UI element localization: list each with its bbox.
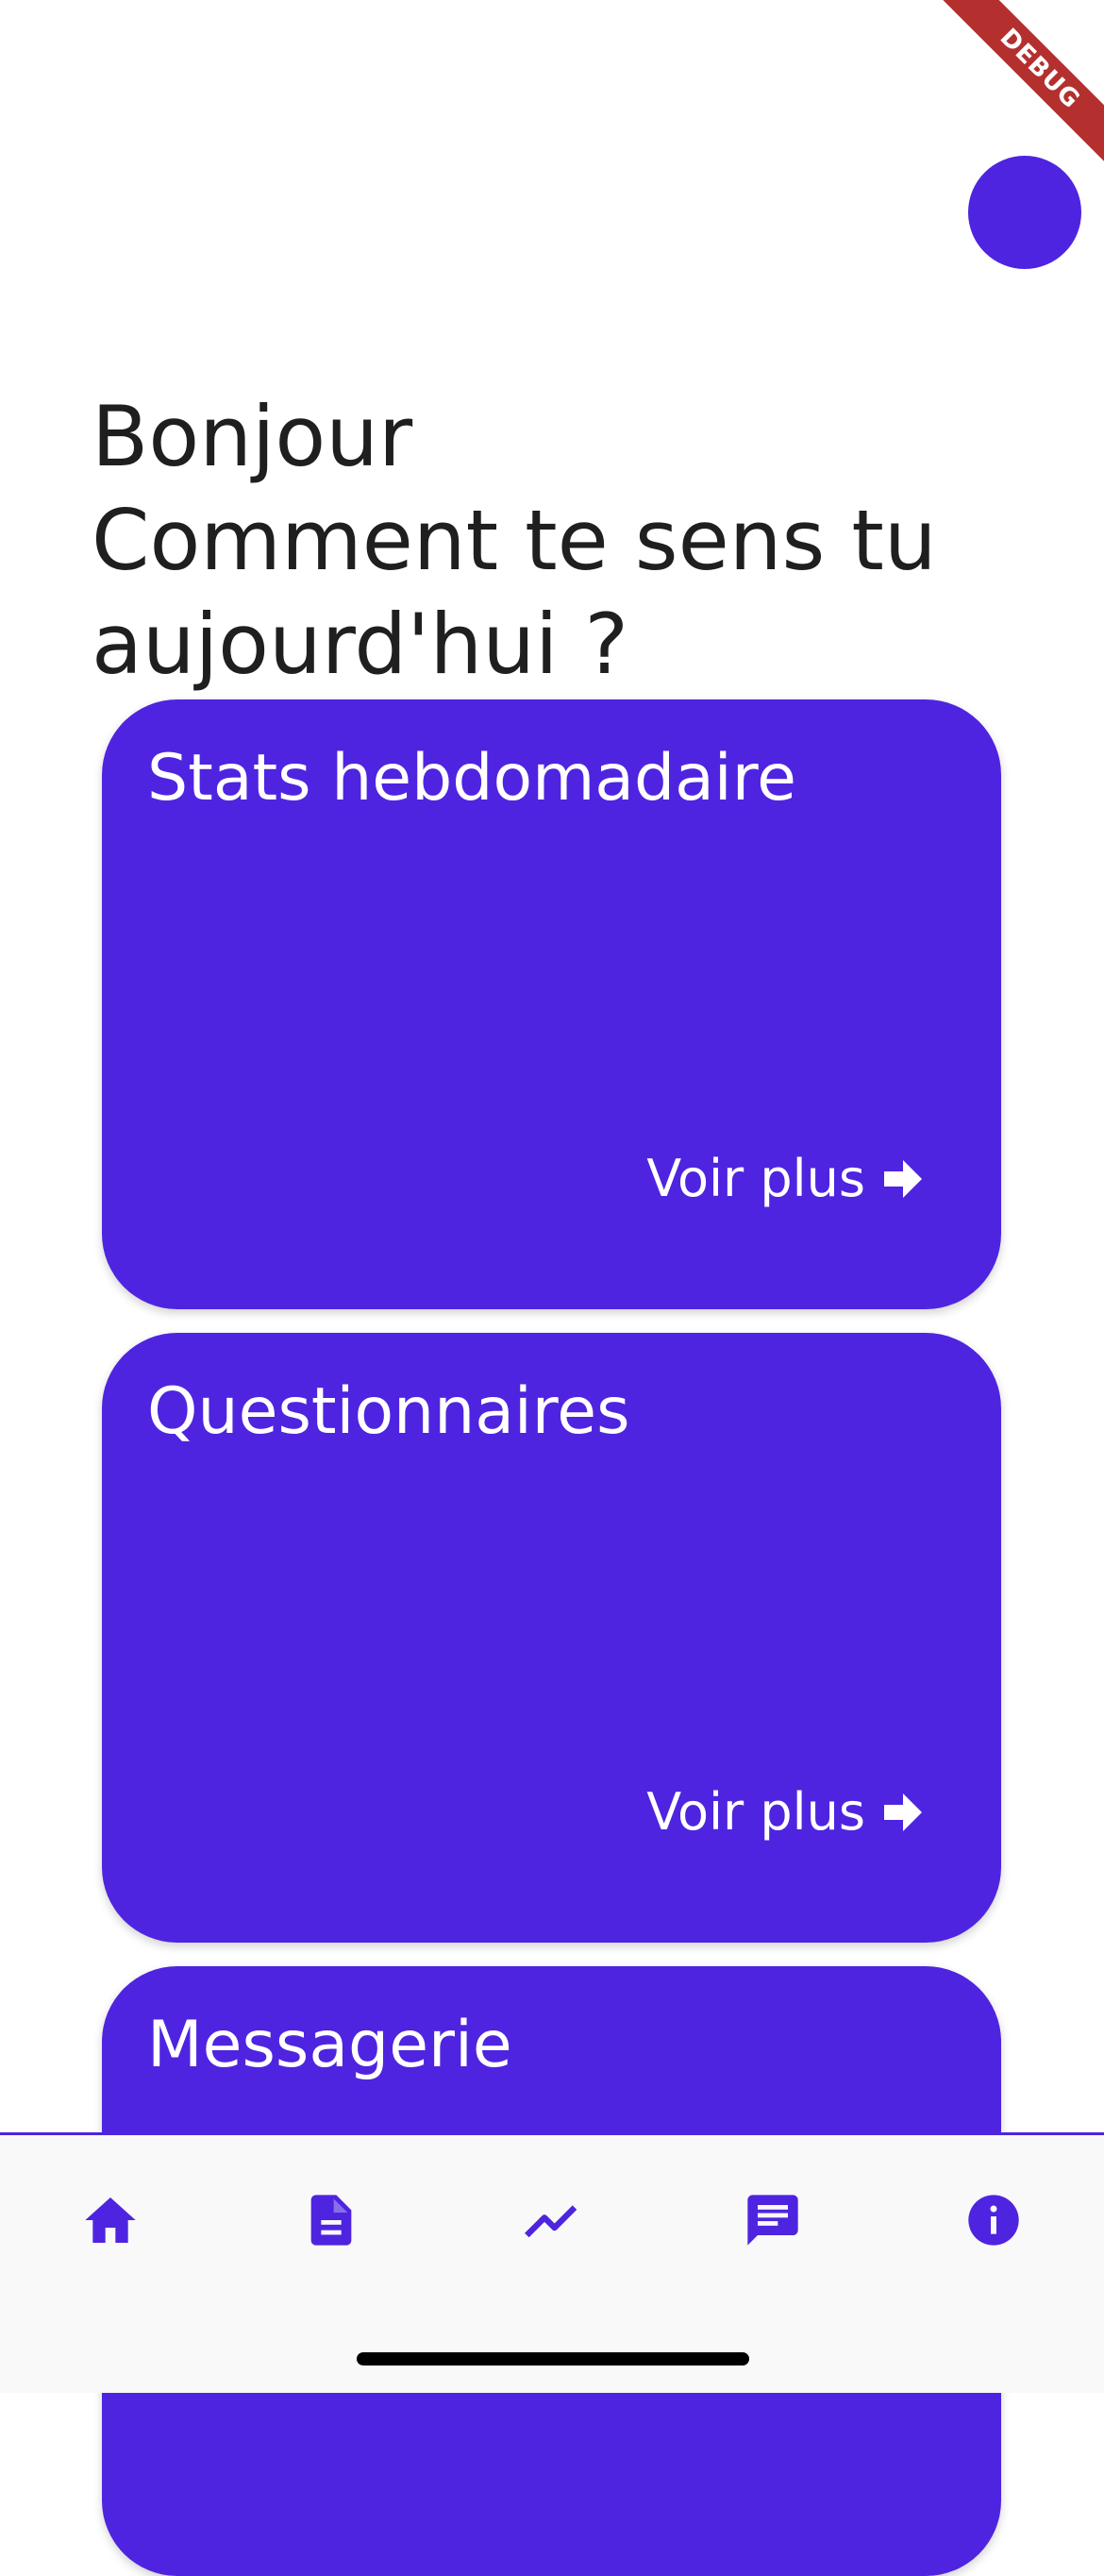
questionnaires-card[interactable]: Questionnaires Voir plus — [102, 1333, 1001, 1943]
arrow-right-icon — [884, 1160, 922, 1198]
nav-stats[interactable] — [495, 2164, 609, 2277]
card-title: Messagerie — [147, 2008, 512, 2082]
home-indicator[interactable] — [357, 2352, 749, 2366]
debug-label: DEBUG — [939, 0, 1104, 170]
greeting-line-2: Comment te sens tu — [92, 492, 937, 589]
debug-banner: DEBUG — [915, 0, 1104, 189]
document-icon — [310, 2195, 352, 2246]
nav-home[interactable] — [54, 2164, 167, 2277]
see-more-link[interactable]: Voir plus — [646, 1149, 926, 1209]
see-more-label: Voir plus — [646, 1149, 865, 1208]
nav-info[interactable] — [937, 2164, 1050, 2277]
home-icon — [85, 2197, 136, 2243]
nav-messages[interactable] — [716, 2164, 829, 2277]
greeting-line-3: aujourd'hui ? — [92, 596, 629, 693]
greeting-heading: Bonjour Comment te sens tu aujourd'hui ? — [92, 385, 1035, 697]
see-more-link[interactable]: Voir plus — [646, 1782, 926, 1843]
see-more-label: Voir plus — [646, 1782, 865, 1842]
arrow-right-icon — [884, 1793, 922, 1831]
card-title: Stats hebdomadaire — [147, 741, 797, 816]
greeting-line-1: Bonjour — [92, 388, 413, 485]
chat-icon — [747, 2195, 798, 2246]
card-title: Questionnaires — [147, 1374, 630, 1449]
trending-icon — [525, 2205, 577, 2238]
stats-card[interactable]: Stats hebdomadaire Voir plus — [102, 699, 1001, 1309]
nav-questionnaires[interactable] — [275, 2164, 388, 2277]
info-icon — [968, 2195, 1019, 2246]
